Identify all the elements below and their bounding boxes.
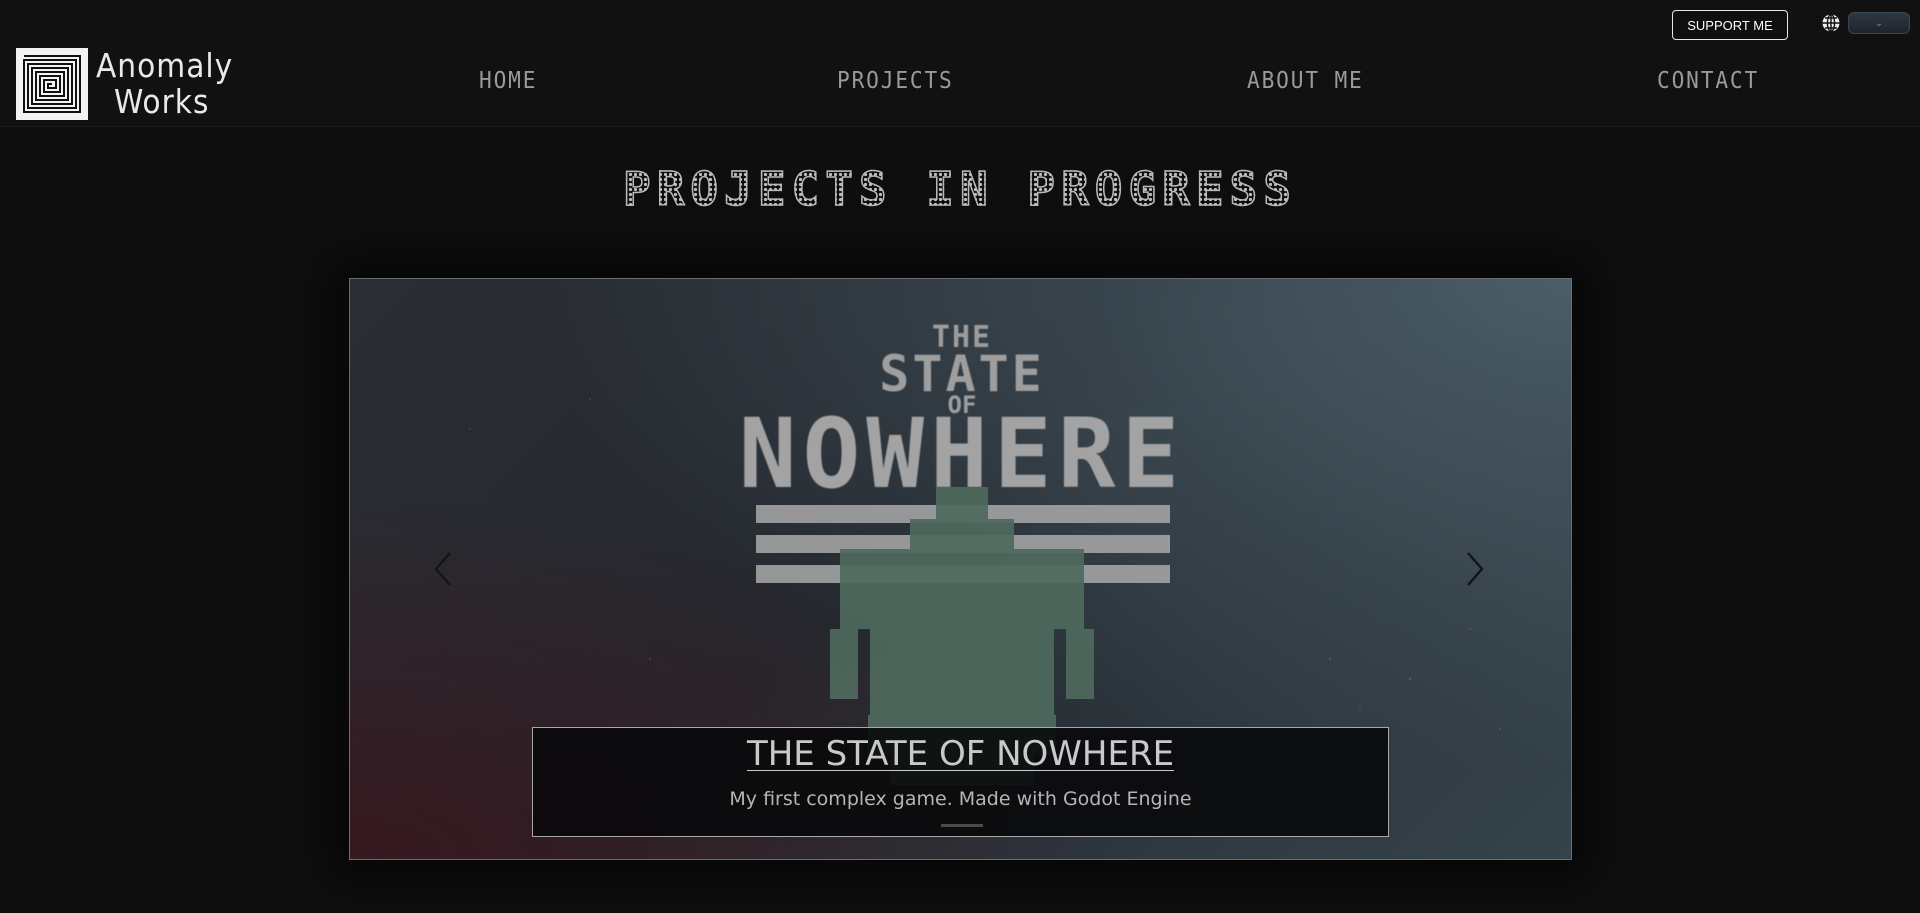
slide-caption: THE STATE OF NOWHERE My first complex ga… [532, 727, 1389, 837]
slide-subtitle: My first complex game. Made with Godot E… [729, 788, 1192, 810]
carousel-indicator[interactable] [941, 824, 983, 827]
site-logo[interactable] [16, 48, 88, 120]
language-select[interactable]: ⌄ [1848, 12, 1910, 34]
chevron-down-icon: ⌄ [1874, 17, 1884, 29]
nav-contact[interactable]: CONTACT [1657, 68, 1759, 94]
chevron-left-icon[interactable] [428, 549, 458, 589]
slide-title-link[interactable]: THE STATE OF NOWHERE [747, 734, 1174, 774]
globe-icon[interactable] [1821, 13, 1841, 33]
chevron-right-icon[interactable] [1460, 549, 1490, 589]
site-header: Anomaly Works HOME PROJECTS ABOUT ME CON… [0, 0, 1920, 127]
brand-name-line2: Works [114, 82, 210, 121]
brand-name[interactable]: Anomaly Works [96, 48, 233, 120]
nav-projects[interactable]: PROJECTS [837, 68, 954, 94]
brand-name-line1: Anomaly [96, 46, 234, 85]
square-spiral-logo-icon [20, 52, 84, 116]
support-me-button[interactable]: SUPPORT ME [1672, 10, 1788, 40]
page-title: PROJECTS IN PROGRESS [0, 161, 1920, 217]
page-title-text: PROJECTS IN PROGRESS [622, 161, 1297, 217]
nav-home[interactable]: HOME [479, 68, 537, 94]
project-carousel[interactable]: THE STATE OF NOWHERE THE STATE OF NOWHER… [349, 278, 1572, 860]
nav-about-me[interactable]: ABOUT ME [1247, 68, 1364, 94]
